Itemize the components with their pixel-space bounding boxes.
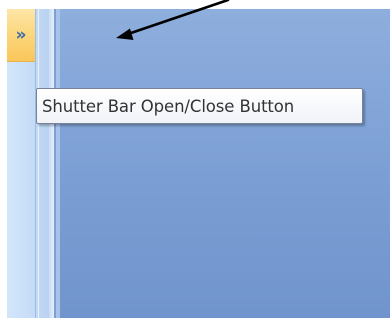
nav-pane-highlight	[38, 9, 39, 318]
nav-pane-border	[35, 9, 36, 318]
tooltip-text: Shutter Bar Open/Close Button	[42, 96, 295, 116]
access-window-region: » Shutter Bar Open/Close Button	[0, 0, 390, 318]
double-chevron-right-icon: »	[15, 25, 27, 45]
tooltip: Shutter Bar Open/Close Button	[36, 88, 363, 124]
workspace-background	[60, 9, 390, 318]
shutter-bar-open-close-button[interactable]: »	[7, 9, 35, 62]
